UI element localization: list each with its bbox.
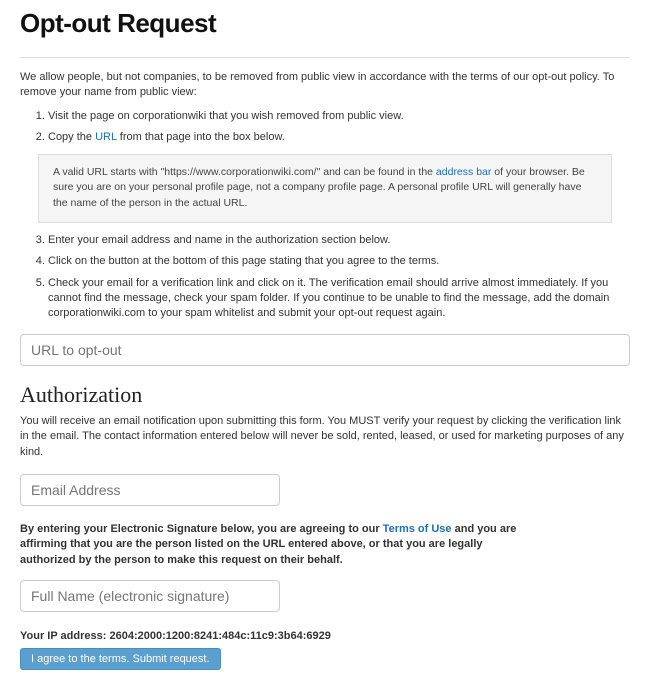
step-5: Check your email for a verification link… xyxy=(48,276,630,322)
note-text-a: A valid URL starts with "https://www.cor… xyxy=(53,166,436,178)
step-4: Click on the button at the bottom of thi… xyxy=(48,254,630,269)
intro-text: We allow people, but not companies, to b… xyxy=(20,70,630,101)
step-1: Visit the page on corporationwiki that y… xyxy=(48,109,630,124)
authorization-text: You will receive an email notification u… xyxy=(20,414,630,460)
page-title: Opt-out Request xyxy=(20,8,630,39)
url-link[interactable]: URL xyxy=(95,131,117,143)
divider xyxy=(20,57,630,58)
step-2: Copy the URL from that page into the box… xyxy=(48,130,630,145)
step-2-text-a: Copy the xyxy=(48,131,95,143)
submit-button[interactable]: I agree to the terms. Submit request. xyxy=(20,648,221,670)
ip-value: 2604:2000:1200:8241:484c:11c9:3b64:6929 xyxy=(109,630,330,642)
step-3: Enter your email address and name in the… xyxy=(48,233,630,248)
fullname-input[interactable] xyxy=(20,580,280,612)
signature-agreement: By entering your Electronic Signature be… xyxy=(20,522,540,568)
terms-of-use-link[interactable]: Terms of Use xyxy=(383,523,452,535)
email-input[interactable] xyxy=(20,474,280,506)
url-note-box: A valid URL starts with "https://www.cor… xyxy=(38,154,612,223)
ip-label: Your IP address: xyxy=(20,630,109,642)
step-2-text-b: from that page into the box below. xyxy=(117,131,285,143)
ip-address-line: Your IP address: 2604:2000:1200:8241:484… xyxy=(20,630,630,642)
address-bar-link[interactable]: address bar xyxy=(436,166,491,178)
authorization-heading: Authorization xyxy=(20,382,630,408)
url-input[interactable] xyxy=(20,334,630,366)
sig-text-a: By entering your Electronic Signature be… xyxy=(20,523,383,535)
